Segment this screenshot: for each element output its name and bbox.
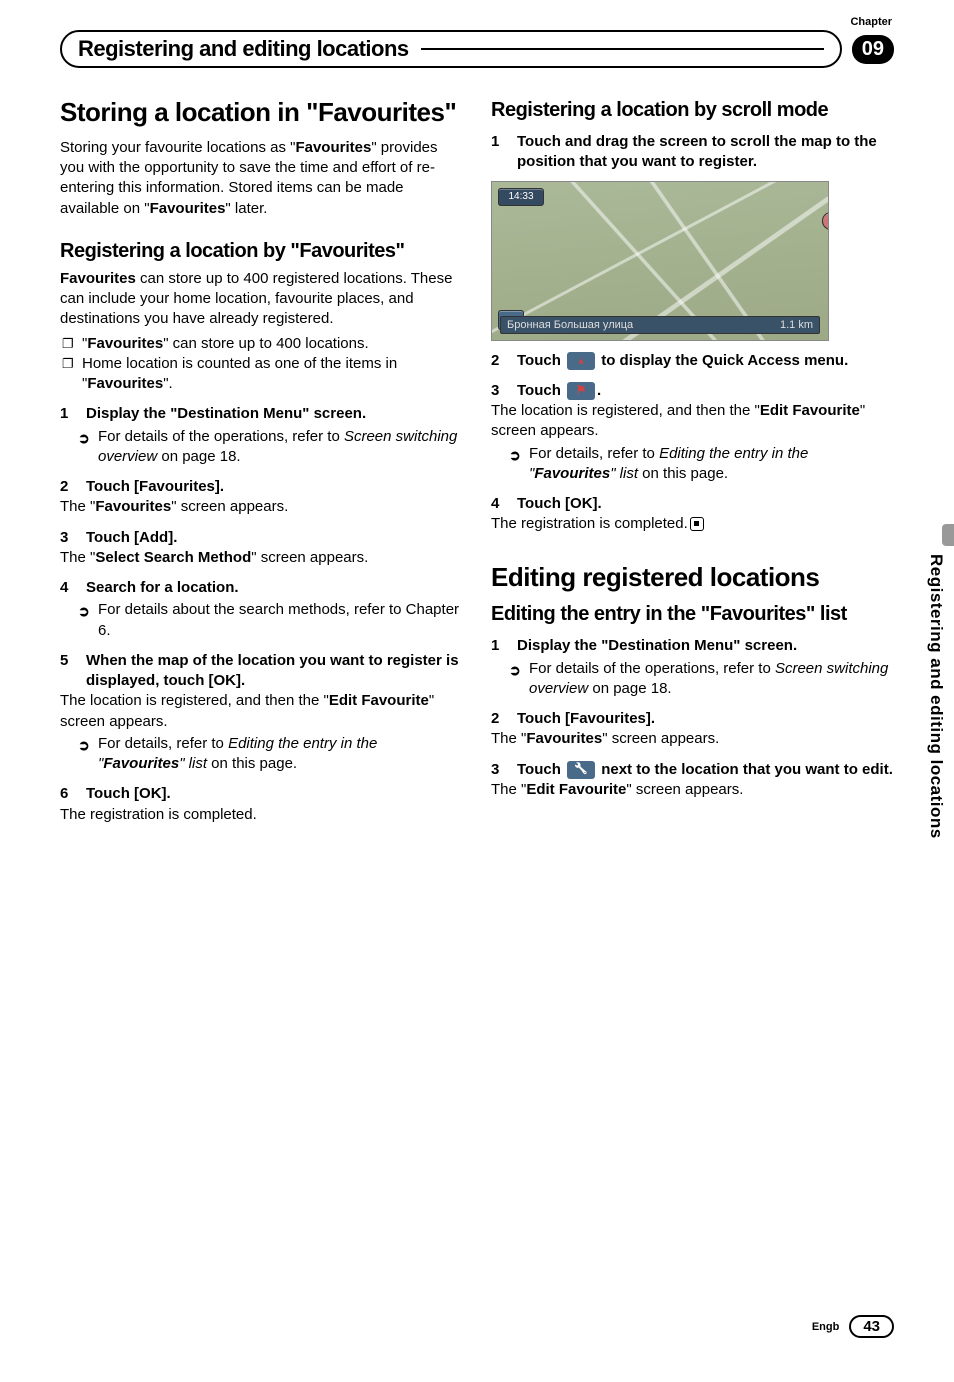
- chapter-number: 09: [852, 35, 894, 64]
- step-3: 3Touch [Add]. The "Select Search Method"…: [60, 528, 463, 569]
- quick-access-icon: [567, 352, 595, 370]
- step-e3: 3Touch next to the location that you wan…: [491, 760, 894, 801]
- arrow-icon: ↓: [822, 212, 829, 230]
- content: Storing a location in "Favourites" Stori…: [0, 88, 954, 825]
- header-title-wrap: Registering and editing locations: [60, 30, 842, 68]
- side-tab-label: Registering and editing locations: [926, 554, 946, 839]
- flag-icon: [567, 382, 595, 400]
- step-e2: 2Touch [Favourites]. The "Favourites" sc…: [491, 709, 894, 750]
- end-icon: [690, 517, 704, 531]
- section-title-editing: Editing registered locations: [491, 563, 894, 593]
- step-4: 4Search for a location. ➲For details abo…: [60, 578, 463, 641]
- language-label: Engb: [812, 1321, 840, 1333]
- side-tab: Registering and editing locations: [918, 524, 954, 839]
- time-indicator: 14:33: [498, 188, 544, 206]
- left-column: Storing a location in "Favourites" Stori…: [60, 98, 463, 825]
- page-header: Chapter Registering and editing location…: [60, 30, 894, 68]
- step-2: 2Touch [Favourites]. The "Favourites" sc…: [60, 477, 463, 518]
- chapter-label: Chapter: [850, 16, 892, 28]
- arrow-icon: ➲: [78, 602, 90, 621]
- step-1: 1Display the "Destination Menu" screen. …: [60, 404, 463, 467]
- reference: ➲For details, refer to Editing the entry…: [60, 734, 463, 775]
- para: Storing your favourite locations as "Fav…: [60, 138, 463, 219]
- step-r3: 3Touch . The location is registered, and…: [491, 381, 894, 484]
- page-title: Registering and editing locations: [78, 36, 409, 62]
- reference: ➲For details, refer to Editing the entry…: [491, 444, 894, 485]
- step-e1: 1Display the "Destination Menu" screen. …: [491, 636, 894, 699]
- bullet-list: "Favourites" can store up to 400 locatio…: [60, 334, 463, 395]
- wrench-icon: [567, 761, 595, 779]
- reference: ➲For details of the operations, refer to…: [491, 659, 894, 700]
- step-r2: 2Touch to display the Quick Access menu.: [491, 351, 894, 371]
- reference: ➲For details about the search methods, r…: [60, 600, 463, 641]
- subsection-title-scroll: Registering a location by scroll mode: [491, 98, 894, 122]
- right-column: Registering a location by scroll mode 1T…: [491, 98, 894, 825]
- para: Favourites can store up to 400 registere…: [60, 269, 463, 330]
- arrow-icon: ➲: [78, 736, 90, 755]
- list-item: Home location is counted as one of the i…: [60, 354, 463, 395]
- subsection-title-register-fav: Registering a location by "Favourites": [60, 239, 463, 263]
- page-number: 43: [849, 1315, 894, 1338]
- map-screenshot: ▲ 14:33 ◎ ↓ ☰ ▲ Бронная Большая улица 1.…: [491, 181, 829, 341]
- section-title-storing: Storing a location in "Favourites": [60, 98, 463, 128]
- street-bar: Бронная Большая улица 1.1 km: [500, 316, 820, 334]
- step-6: 6Touch [OK]. The registration is complet…: [60, 784, 463, 825]
- arrow-icon: ➲: [509, 661, 521, 680]
- subsection-title-edit-entry: Editing the entry in the "Favourites" li…: [491, 602, 894, 626]
- step-r4: 4Touch [OK]. The registration is complet…: [491, 494, 894, 535]
- step-r1: 1Touch and drag the screen to scroll the…: [491, 132, 894, 173]
- arrow-icon: ➲: [509, 446, 521, 465]
- arrow-icon: ➲: [78, 429, 90, 448]
- reference: ➲For details of the operations, refer to…: [60, 427, 463, 468]
- footer: Engb 43: [812, 1315, 894, 1338]
- step-5: 5When the map of the location you want t…: [60, 651, 463, 775]
- tab-indicator: [942, 524, 954, 546]
- list-item: "Favourites" can store up to 400 locatio…: [60, 334, 463, 354]
- header-bar: Registering and editing locations 09: [60, 30, 894, 68]
- header-line: [421, 48, 824, 50]
